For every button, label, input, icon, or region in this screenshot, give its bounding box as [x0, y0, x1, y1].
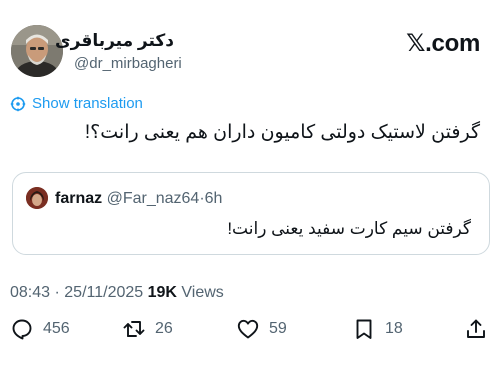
retweet-button[interactable]: 26 — [122, 317, 173, 341]
heart-icon — [236, 317, 260, 341]
meta-separator: · — [50, 284, 65, 301]
author-display-name[interactable]: دکتر میرباقری — [55, 31, 174, 51]
quoted-tweet[interactable]: farnaz @Far_naz64·6h گرفتن سیم کارت سفید… — [12, 172, 490, 255]
bookmark-count: 18 — [385, 320, 403, 337]
like-count: 59 — [269, 320, 287, 337]
share-icon — [464, 317, 488, 341]
translate-icon — [10, 96, 26, 112]
bookmark-button[interactable]: 18 — [352, 317, 403, 341]
views-count: 19K — [147, 284, 177, 301]
quote-author-handle: @Far_naz64 — [106, 190, 200, 207]
quote-time: 6h — [204, 190, 223, 207]
quote-meta: farnaz @Far_naz64·6h — [55, 190, 222, 208]
retweet-count: 26 — [155, 320, 173, 337]
views-label: Views — [176, 284, 224, 301]
tweet-time: 08:43 — [10, 284, 51, 301]
quote-author-avatar — [26, 187, 48, 209]
quote-text: گرفتن سیم کارت سفید یعنی رانت! — [227, 219, 471, 238]
author-handle[interactable]: @dr_mirbagheri — [74, 55, 182, 72]
share-button[interactable] — [464, 317, 488, 341]
bookmark-icon — [352, 317, 376, 341]
tweet-text: گرفتن لاستیک دولتی کامیون داران هم یعنی … — [84, 122, 480, 143]
reply-icon — [10, 317, 34, 341]
show-translation-label: Show translation — [32, 95, 143, 112]
tweet-meta: 08:43 · 25/11/2025 19K Views — [10, 284, 224, 302]
reply-button[interactable]: 456 — [10, 317, 70, 341]
reply-count: 456 — [43, 320, 70, 337]
like-button[interactable]: 59 — [236, 317, 287, 341]
quote-author-name: farnaz — [55, 190, 103, 207]
action-bar: 456 26 59 18 — [0, 317, 500, 347]
show-translation-link[interactable]: Show translation — [10, 95, 143, 112]
retweet-icon — [122, 317, 146, 341]
x-brand-logo: 𝕏.com — [406, 30, 480, 57]
tweet-date: 25/11/2025 — [64, 284, 144, 301]
